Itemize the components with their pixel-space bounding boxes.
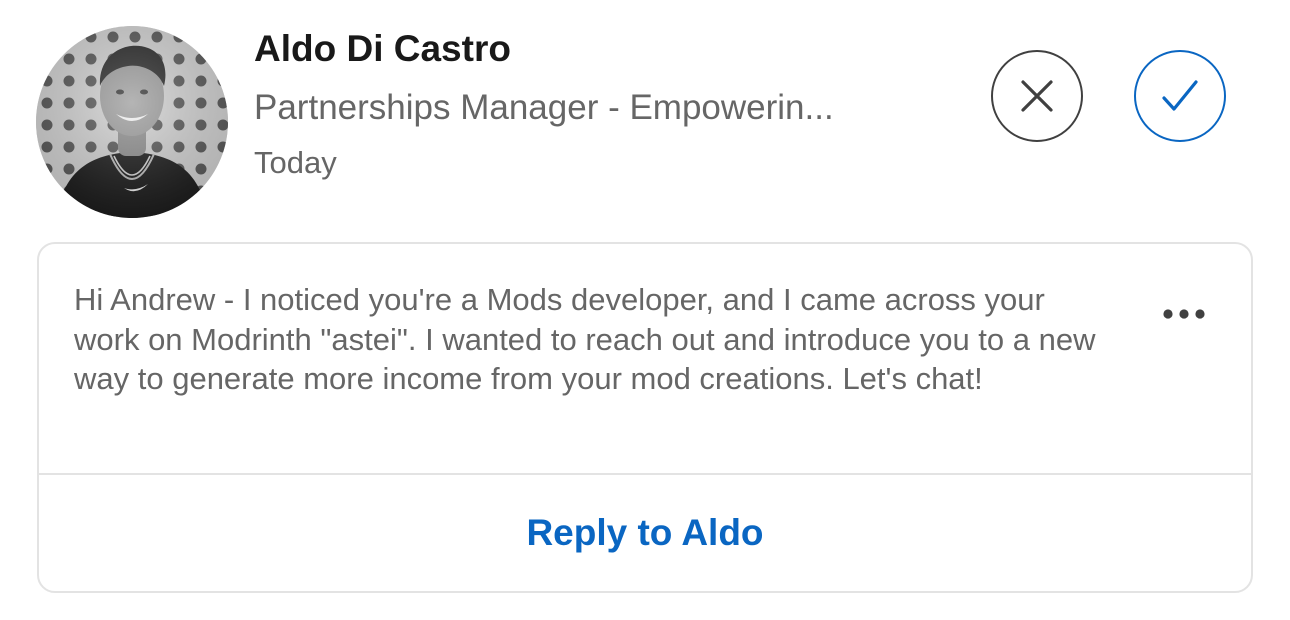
more-options-button[interactable] bbox=[1144, 294, 1224, 334]
avatar[interactable] bbox=[36, 26, 228, 218]
close-icon bbox=[1021, 80, 1053, 112]
message-text: Hi Andrew - I noticed you're a Mods deve… bbox=[74, 282, 1096, 396]
reply-button-label: Reply to Aldo bbox=[526, 512, 764, 553]
accept-button[interactable] bbox=[1134, 50, 1226, 142]
more-options-icon bbox=[1163, 309, 1205, 319]
ignore-button[interactable] bbox=[991, 50, 1083, 142]
reply-button[interactable]: Reply to Aldo bbox=[39, 475, 1251, 591]
profile-photo bbox=[36, 26, 228, 218]
sender-headline: Partnerships Manager - Empowerin... bbox=[254, 88, 834, 127]
invitation-item: Aldo Di Castro Partnerships Manager - Em… bbox=[0, 0, 1290, 620]
sender-name[interactable]: Aldo Di Castro bbox=[254, 28, 511, 70]
message-card: Hi Andrew - I noticed you're a Mods deve… bbox=[37, 242, 1253, 593]
checkmark-icon bbox=[1162, 80, 1198, 111]
invitation-timestamp: Today bbox=[254, 145, 337, 180]
